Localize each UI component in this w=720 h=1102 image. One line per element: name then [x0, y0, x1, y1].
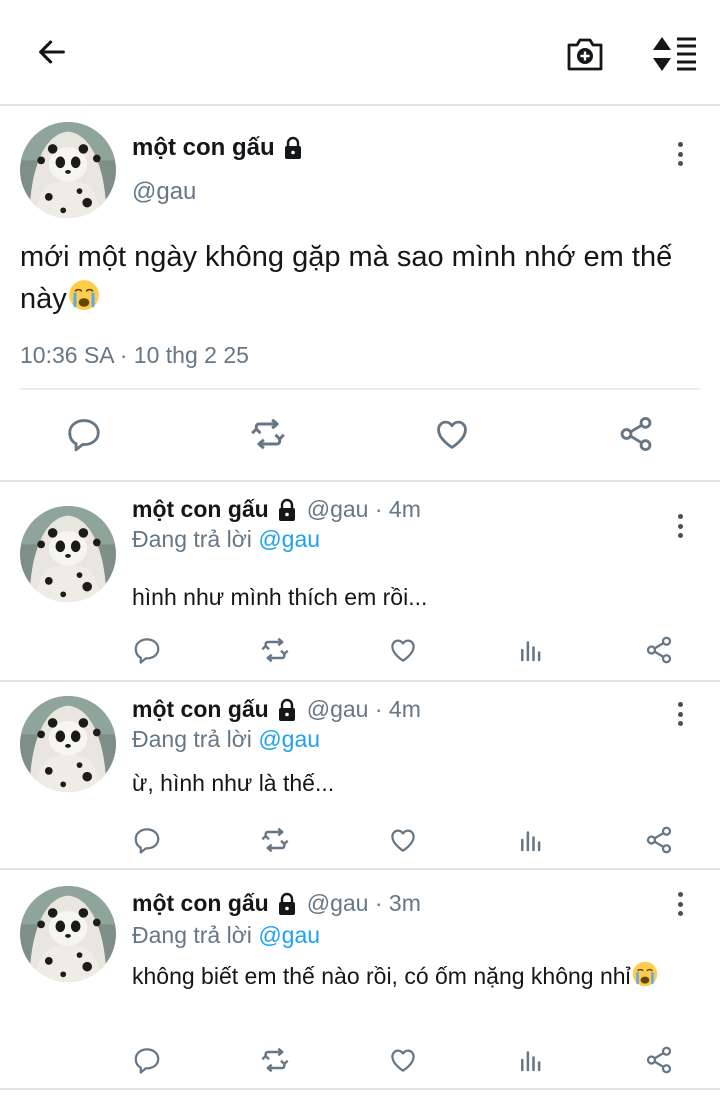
more-options-button[interactable]	[668, 138, 692, 170]
tweet-text-content: ừ, hình như là thế...	[132, 770, 335, 796]
retweet-button[interactable]	[255, 820, 295, 860]
avatar[interactable]	[20, 506, 116, 602]
mention-link[interactable]: @gau	[258, 922, 320, 948]
replying-to: Đang trả lời @gau	[132, 726, 320, 753]
share-icon	[644, 1045, 674, 1075]
analytics-icon	[516, 1045, 546, 1075]
reply-tweet[interactable]: một con gấu @gau · 4m Đang trả lời @gau …	[0, 682, 720, 870]
share-button[interactable]	[616, 414, 656, 454]
display-name[interactable]: một con gấu	[132, 696, 269, 723]
reply-icon	[132, 825, 162, 855]
top-app-bar	[0, 0, 720, 106]
reply-icon	[65, 415, 103, 453]
tweet-text: hình như mình thích em rồi...	[132, 582, 702, 613]
like-button[interactable]	[383, 820, 423, 860]
tweet-text-content: mới một ngày không gặp mà sao mình nhớ e…	[20, 241, 673, 315]
analytics-button[interactable]	[511, 1040, 551, 1080]
reply-icon	[132, 635, 162, 665]
replying-prefix: Đang trả lời	[132, 922, 259, 948]
more-options-button[interactable]	[668, 510, 692, 542]
retweet-button[interactable]	[255, 1040, 295, 1080]
analytics-button[interactable]	[511, 820, 551, 860]
crying-face-emoji	[67, 278, 101, 312]
retweet-icon	[259, 824, 291, 856]
reply-button[interactable]	[127, 1040, 167, 1080]
share-button[interactable]	[639, 630, 679, 670]
sort-list-icon	[653, 37, 696, 71]
mention-link[interactable]: @gau	[258, 726, 320, 752]
more-vertical-icon	[677, 514, 683, 519]
handle-time: @gau · 3m	[306, 890, 421, 916]
sort-button[interactable]	[648, 32, 700, 76]
analytics-button[interactable]	[511, 630, 551, 670]
tweet-text-content: hình như mình thích em rồi...	[132, 584, 428, 610]
more-vertical-icon	[677, 892, 683, 897]
divider	[20, 388, 700, 390]
more-options-button[interactable]	[668, 698, 692, 730]
lock-icon	[281, 136, 305, 160]
retweet-icon	[259, 1044, 291, 1076]
reply-icon	[132, 1045, 162, 1075]
retweet-button[interactable]	[255, 630, 295, 670]
more-vertical-icon	[677, 142, 683, 147]
lock-icon	[275, 498, 299, 522]
share-icon	[644, 825, 674, 855]
replying-to: Đang trả lời @gau	[132, 526, 320, 553]
replying-prefix: Đang trả lời	[132, 726, 259, 752]
heart-icon	[388, 1045, 418, 1075]
share-icon	[617, 415, 655, 453]
main-tweet[interactable]: một con gấu @gau mới một ngày không gặp …	[0, 106, 720, 482]
reply-button[interactable]	[127, 820, 167, 860]
more-vertical-icon	[677, 702, 683, 707]
like-button[interactable]	[383, 1040, 423, 1080]
tweet-text: mới một ngày không gặp mà sao mình nhớ e…	[20, 236, 710, 320]
reply-tweet[interactable]: một con gấu @gau · 3m Đang trả lời @gau …	[0, 870, 720, 1090]
camera-button[interactable]	[562, 32, 608, 76]
avatar[interactable]	[20, 886, 116, 982]
handle[interactable]: @gau	[132, 178, 196, 206]
reply-button[interactable]	[64, 414, 104, 454]
more-options-button[interactable]	[668, 888, 692, 920]
display-name[interactable]: một con gấu	[132, 496, 269, 523]
replying-prefix: Đang trả lời	[132, 526, 259, 552]
handle-time: @gau · 4m	[306, 496, 421, 522]
avatar[interactable]	[20, 122, 116, 218]
tweet-timestamp[interactable]: 10:36 SA · 10 thg 2 25	[20, 342, 249, 369]
lock-icon	[275, 698, 299, 722]
replying-to: Đang trả lời @gau	[132, 922, 320, 949]
arrow-left-icon	[39, 40, 65, 64]
tweet-text: không biết em thế nào rồi, có ốm nặng kh…	[132, 960, 702, 992]
heart-icon	[388, 825, 418, 855]
display-name[interactable]: một con gấu	[132, 134, 275, 162]
tweet-text-content: không biết em thế nào rồi, có ốm nặng kh…	[132, 963, 631, 989]
reply-tweet[interactable]: một con gấu @gau · 4m Đang trả lời @gau …	[0, 482, 720, 682]
heart-icon	[433, 415, 471, 453]
avatar[interactable]	[20, 696, 116, 792]
reply-button[interactable]	[127, 630, 167, 670]
like-button[interactable]	[432, 414, 472, 454]
camera-plus-icon	[567, 38, 603, 71]
heart-icon	[388, 635, 418, 665]
analytics-icon	[516, 635, 546, 665]
share-button[interactable]	[639, 820, 679, 860]
lock-icon	[275, 892, 299, 916]
share-icon	[644, 635, 674, 665]
crying-face-emoji	[631, 960, 659, 988]
back-button[interactable]	[30, 30, 74, 74]
display-name[interactable]: một con gấu	[132, 890, 269, 917]
handle-time: @gau · 4m	[306, 696, 421, 722]
mention-link[interactable]: @gau	[258, 526, 320, 552]
analytics-icon	[516, 825, 546, 855]
share-button[interactable]	[639, 1040, 679, 1080]
retweet-icon	[248, 414, 288, 454]
tweet-text: ừ, hình như là thế...	[132, 768, 702, 799]
like-button[interactable]	[383, 630, 423, 670]
retweet-button[interactable]	[248, 414, 288, 454]
retweet-icon	[259, 634, 291, 666]
